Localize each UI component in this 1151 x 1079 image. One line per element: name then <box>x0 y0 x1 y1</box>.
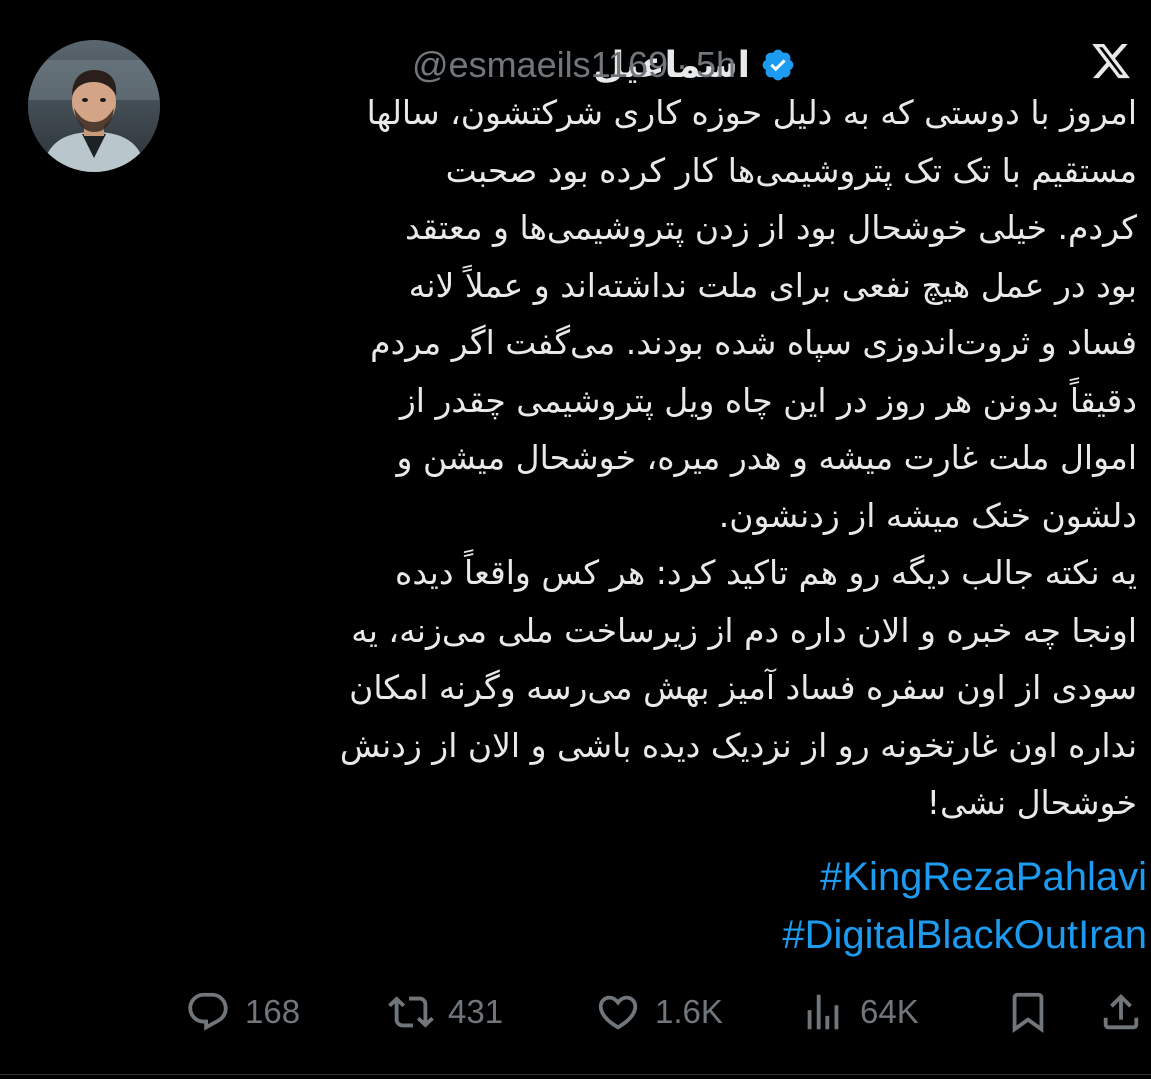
action-bar: 168 431 1.6K 64K <box>0 980 1151 1044</box>
heart-icon <box>598 995 638 1030</box>
retweet-icon <box>388 996 434 1028</box>
verified-badge-icon[interactable] <box>760 47 796 83</box>
share-icon <box>1103 993 1139 1030</box>
tweet-line: یه نکته جالب دیگه رو هم تاکید کرد: هر کس… <box>395 553 1137 592</box>
bookmark-icon <box>1012 992 1044 1033</box>
tweet-line: دقیقاً بدونن هر روز در این چاه ویل پتروش… <box>399 380 1137 420</box>
divider <box>0 1074 1151 1075</box>
like-button[interactable]: 1.6K <box>595 980 723 1044</box>
tweet-line: سودی از اون سفره فساد آمیز بهش می‌رسه وگ… <box>349 668 1137 707</box>
reply-button[interactable]: 168 <box>185 980 300 1044</box>
tweet-line: دلشون خنک میشه از زدنشون. <box>718 495 1137 535</box>
tweet-line: نداره اون غارتخونه رو از نزدیک دیده باشی… <box>339 725 1137 765</box>
retweet-count: 431 <box>448 993 504 1030</box>
bookmark-button[interactable] <box>1005 980 1051 1044</box>
avatar-photo <box>28 40 160 172</box>
views-icon <box>807 994 839 1030</box>
tweet-line: اونجا چه خبره و الان داره دم از زیرساخت … <box>351 610 1137 650</box>
tweet-text: امروز با دوستی که به دلیل حوزه کاری شرکت… <box>177 84 1137 832</box>
reply-icon <box>188 992 228 1031</box>
tweet-line: کردم. خیلی خوشحال بود از زدن پتروشیمی‌ها… <box>404 208 1137 247</box>
tweet-line: مستقیم با تک تک پتروشیمی‌ها کار کرده بود… <box>445 150 1137 190</box>
like-count: 1.6K <box>655 993 723 1030</box>
tweet-line: بود در عمل هیچ نفعی برای ملت نداشته‌اند … <box>408 265 1137 305</box>
tweet-line: امروز با دوستی که به دلیل حوزه کاری شرکت… <box>366 93 1137 132</box>
timestamp[interactable]: 5h <box>696 44 736 86</box>
handle-meta: @esmaeils1169 · 5h <box>412 40 736 90</box>
retweet-button[interactable]: 431 <box>388 980 503 1044</box>
tweet-card[interactable]: اسماعیل @esmaeils1169 · 5h امروز با دوست… <box>0 0 1151 1079</box>
avatar[interactable] <box>28 40 160 172</box>
hashtag-link[interactable]: #DigitalBlackOutIran <box>782 906 1147 964</box>
hashtag-link[interactable]: #KingRezaPahlavi <box>782 848 1147 906</box>
views-count: 64K <box>860 993 919 1030</box>
tweet-line: اموال ملت غارت میشه و هدر میره، خوشحال م… <box>396 438 1137 477</box>
handle[interactable]: @esmaeils1169 <box>412 44 668 86</box>
separator: · <box>676 44 689 85</box>
share-button[interactable] <box>1098 980 1144 1044</box>
tweet-line: فساد و ثروت‌اندوزی سپاه شده بودند. می‌گف… <box>370 323 1137 362</box>
reply-count: 168 <box>245 993 301 1030</box>
hashtag-list: #KingRezaPahlavi #DigitalBlackOutIran <box>782 848 1147 964</box>
tweet-line: خوشحال نشی! <box>926 783 1137 822</box>
views-button[interactable]: 64K <box>800 980 919 1044</box>
x-logo-icon <box>1090 40 1132 82</box>
